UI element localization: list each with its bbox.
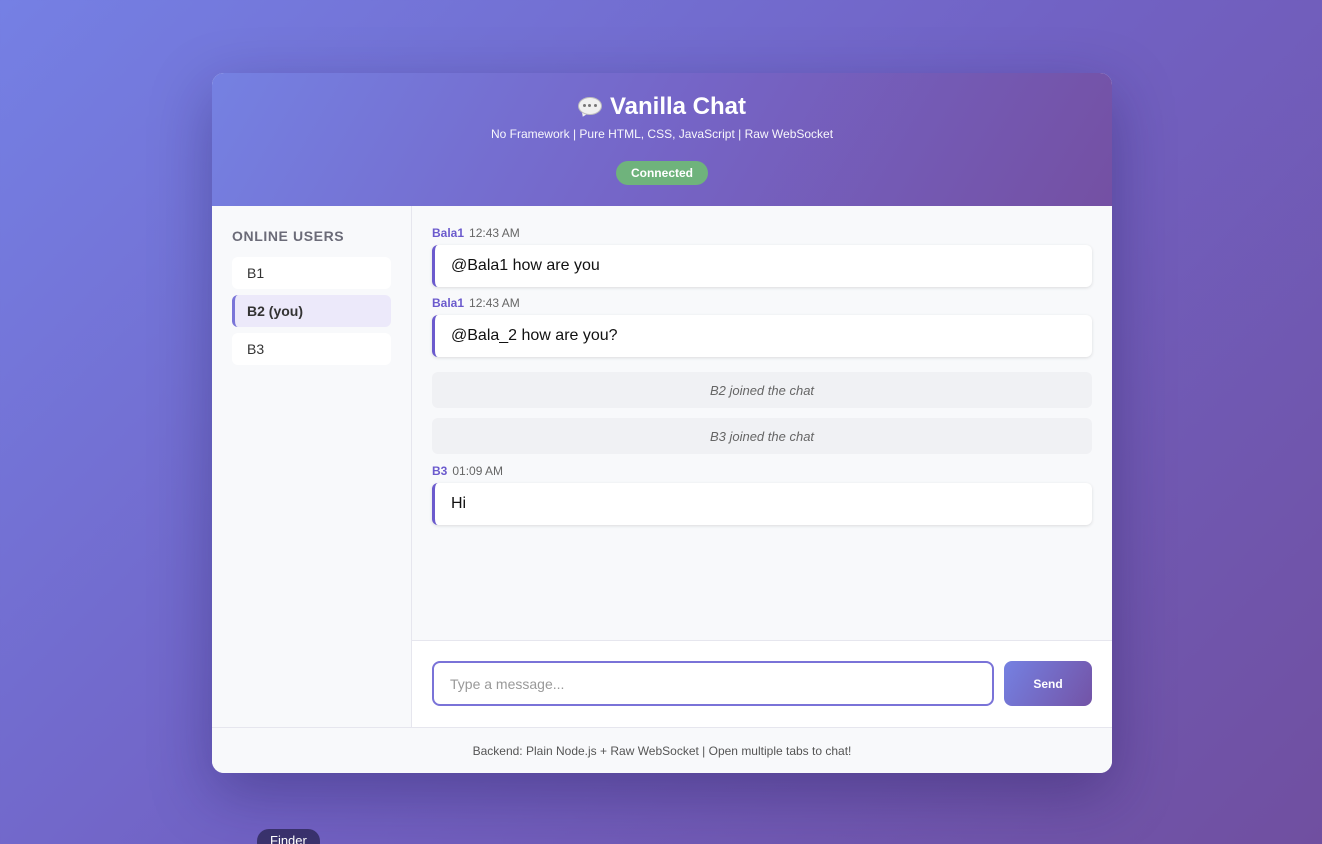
message-text: @Bala1 how are you [432, 245, 1092, 287]
message-input[interactable] [432, 661, 994, 706]
chat-app: Vanilla Chat No Framework | Pure HTML, C… [212, 73, 1112, 773]
chat-message: Bala1 12:43 AM @Bala_2 how are you? [432, 296, 1092, 357]
status-badge: Connected [615, 161, 708, 185]
message-meta: Bala1 12:43 AM [432, 296, 1092, 310]
user-item-b1[interactable]: B1 [232, 257, 391, 289]
chat-message: Bala1 12:43 AM @Bala1 how are you [432, 226, 1092, 287]
message-username: B3 [432, 464, 448, 478]
online-users-sidebar: ONLINE USERS B1 B2 (you) B3 [212, 206, 412, 727]
chat-main: Bala1 12:43 AM @Bala1 how are you Bala1 12… [412, 206, 1112, 727]
message-username: Bala1 [432, 296, 465, 310]
message-list[interactable]: Bala1 12:43 AM @Bala1 how are you Bala1 12… [412, 206, 1112, 640]
message-timestamp: 12:43 AM [469, 296, 520, 310]
message-username: Bala1 [432, 226, 465, 240]
speech-bubble-icon [577, 97, 602, 119]
app-title: Vanilla Chat [609, 93, 747, 120]
message-timestamp: 01:09 AM [452, 464, 504, 478]
chat-header: Vanilla Chat No Framework | Pure HTML, C… [212, 73, 1112, 206]
chat-message: B3 01:09 AM Hi [432, 464, 1092, 525]
user-item-b2-you[interactable]: B2 (you) [232, 295, 391, 327]
page-title: Vanilla Chat [212, 93, 1112, 121]
app-subtitle: No Framework | Pure HTML, CSS, JavaScrip… [490, 127, 834, 141]
message-timestamp: 12:43 AM [469, 226, 520, 240]
chat-body: ONLINE USERS B1 B2 (you) B3 Bala1 12:43 A… [212, 206, 1112, 727]
system-message: B2 joined the chat [432, 372, 1092, 408]
send-button[interactable]: Send [1004, 661, 1092, 706]
composer: Send [412, 640, 1112, 727]
system-message: B3 joined the chat [432, 418, 1092, 454]
user-item-b3[interactable]: B3 [232, 333, 391, 365]
message-meta: B3 01:09 AM [432, 464, 1092, 478]
sidebar-title: ONLINE USERS [232, 228, 345, 244]
chat-footer: Backend: Plain Node.js + Raw WebSocket |… [212, 727, 1112, 773]
message-meta: Bala1 12:43 AM [432, 226, 1092, 240]
message-text: Hi [432, 483, 1092, 525]
dock-tooltip-finder: Finder [257, 829, 320, 844]
message-text: @Bala_2 how are you? [432, 315, 1092, 357]
